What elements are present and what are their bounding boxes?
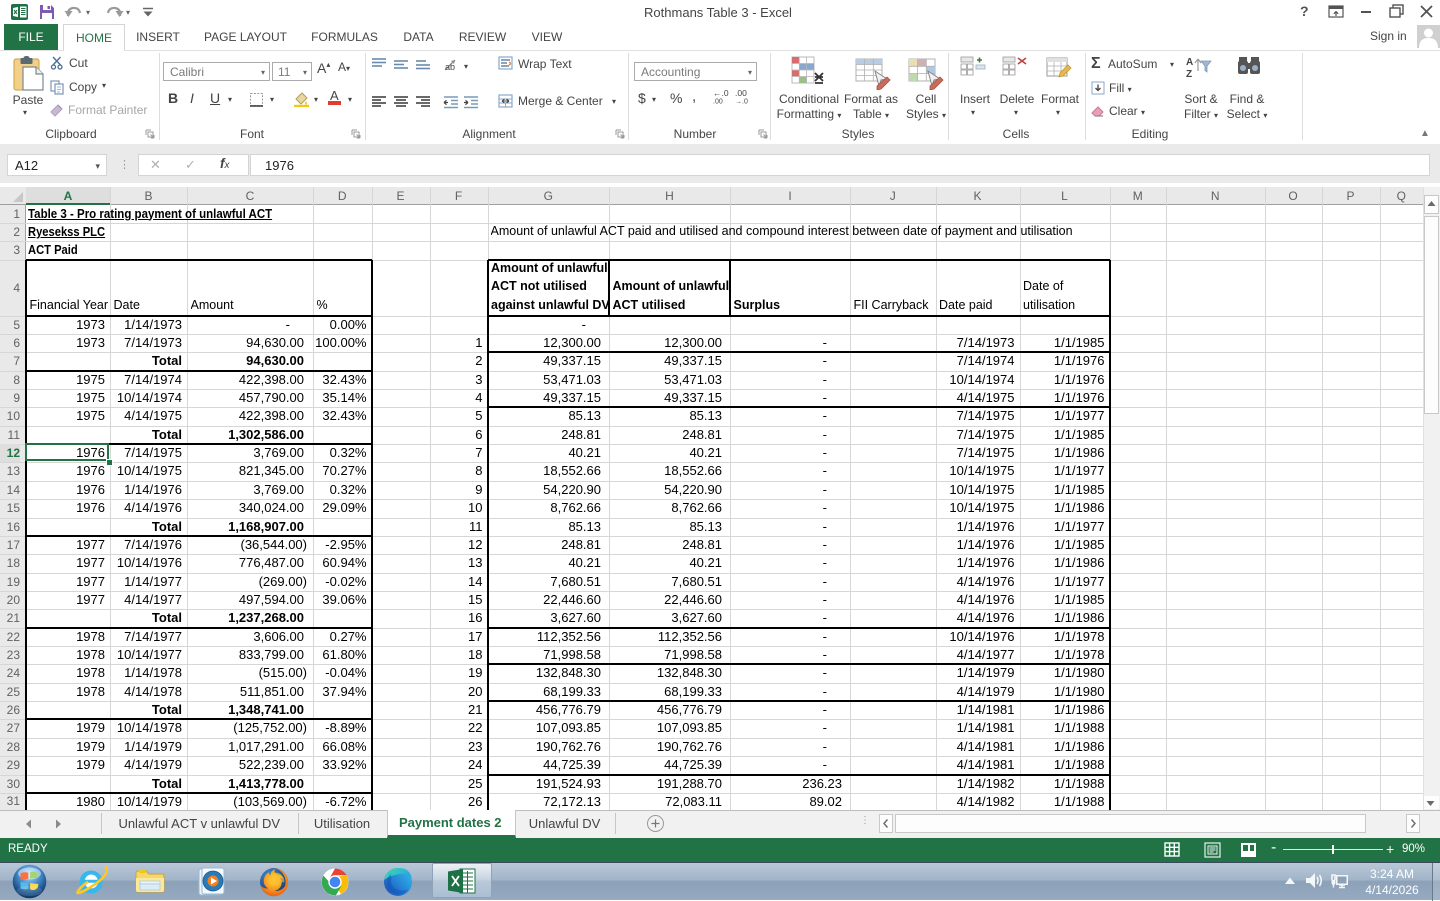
svg-text:.00: .00: [713, 99, 723, 105]
svg-text:→.0: →.0: [735, 99, 748, 105]
svg-text:.00: .00: [735, 88, 747, 98]
svg-text:Z: Z: [1186, 69, 1192, 79]
svg-text:A: A: [1186, 57, 1193, 68]
svg-text:ab: ab: [445, 62, 455, 72]
svg-text:←.0: ←.0: [713, 88, 729, 98]
